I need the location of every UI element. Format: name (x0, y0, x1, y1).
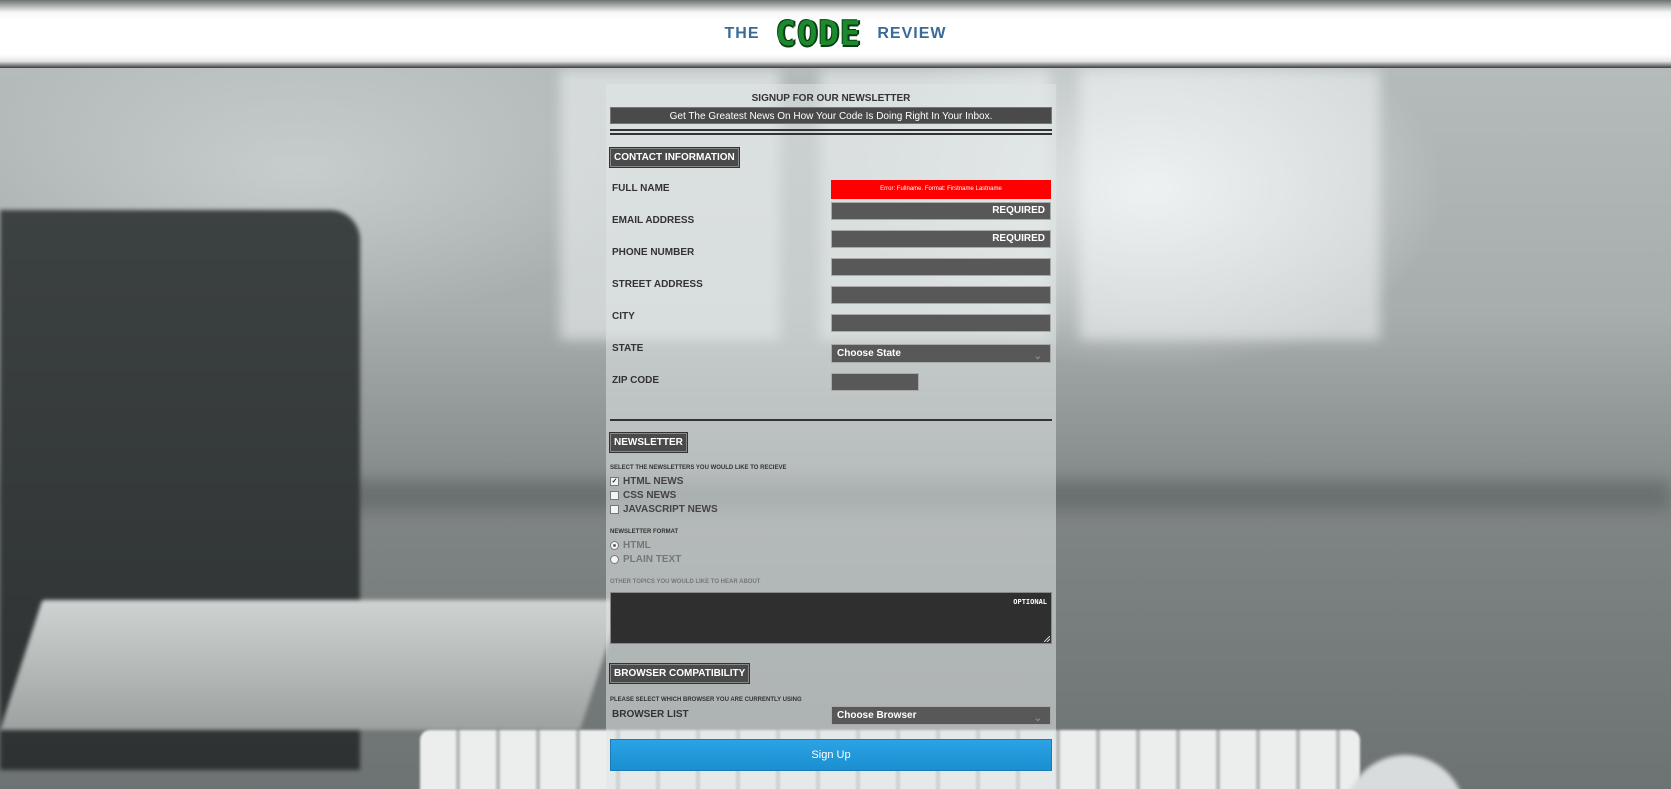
signup-title: SIGNUP FOR OUR NEWSLETTER (751, 93, 911, 104)
email-label: EMAIL ADDRESS (612, 215, 695, 226)
checkbox-label: JAVASCRIPT NEWS (623, 504, 718, 515)
city-label: CITY (612, 311, 635, 322)
phone-field[interactable]: REQUIRED (831, 230, 1051, 248)
chevron-down-icon: ⌄ (1033, 351, 1042, 362)
divider (610, 419, 1052, 421)
state-label: STATE (612, 343, 644, 354)
extra-field[interactable] (831, 314, 1051, 332)
checkbox-javascript-news[interactable]: JAVASCRIPT NEWS (610, 504, 718, 515)
city-field[interactable] (831, 286, 1051, 304)
divider (610, 133, 1052, 135)
browser-select[interactable]: Choose Browser ⌄ (831, 706, 1051, 725)
zip-label: ZIP CODE (612, 375, 660, 386)
site-header: THE CODE REVIEW (0, 0, 1671, 68)
chevron-down-icon: ⌄ (1033, 713, 1042, 724)
signup-tagline: Get The Greatest News On How Your Code I… (610, 107, 1052, 124)
resize-handle-icon[interactable] (1044, 636, 1050, 642)
sign-up-button[interactable]: Sign Up (610, 739, 1052, 771)
street-field[interactable] (831, 258, 1051, 276)
browser-selected: Choose Browser (837, 710, 917, 721)
divider (610, 129, 1052, 131)
radio-html[interactable]: HTML (610, 540, 651, 551)
checkbox[interactable] (610, 491, 619, 500)
code-logo[interactable]: CODE (773, 14, 863, 54)
checkbox-label: CSS NEWS (623, 490, 677, 501)
radio-plain-text[interactable]: PLAIN TEXT (610, 554, 681, 565)
radio-label: HTML (623, 540, 651, 551)
browser-list-label: BROWSER LIST (612, 709, 689, 720)
radio-label: PLAIN TEXT (623, 554, 682, 565)
browser-prompt: PLEASE SELECT WHICH BROWSER YOU ARE CURR… (610, 697, 802, 703)
topics-textarea[interactable]: OPTIONAL (610, 592, 1052, 644)
topics-prompt: OTHER TOPICS YOU WOULD LIKE TO HEAR ABOU… (610, 579, 761, 585)
full-name-label: FULL NAME (612, 183, 670, 194)
browser-heading: BROWSER COMPATIBILITY (610, 664, 750, 683)
topics-placeholder: OPTIONAL (1013, 598, 1047, 606)
checkbox-label: HTML NEWS (623, 476, 684, 487)
checkbox-css-news[interactable]: CSS NEWS (610, 490, 676, 501)
signup-form: SIGNUP FOR OUR NEWSLETTER Get The Greate… (606, 84, 1056, 789)
radio-button[interactable] (610, 555, 619, 564)
contact-heading: CONTACT INFORMATION (610, 148, 739, 167)
newsletter-prompt: SELECT THE NEWSLETTERS YOU WOULD LIKE TO… (610, 465, 787, 471)
checkbox-checked[interactable]: ✓ (610, 477, 619, 486)
checkbox[interactable] (610, 505, 619, 514)
format-prompt: NEWSLETTER FORMAT (610, 529, 679, 535)
email-field[interactable]: REQUIRED (831, 202, 1051, 220)
state-select[interactable]: Choose State ⌄ (831, 344, 1051, 363)
phone-label: PHONE NUMBER (612, 247, 695, 258)
zip-field[interactable] (831, 373, 919, 391)
newsletter-heading: NEWSLETTER (610, 433, 687, 452)
street-label: STREET ADDRESS (612, 279, 703, 290)
checkbox-html-news[interactable]: ✓ HTML NEWS (610, 476, 683, 487)
brand-review: REVIEW (877, 25, 947, 42)
state-selected: Choose State (837, 348, 901, 359)
full-name-error[interactable]: Error: Fullname. Format: Firstname Lastn… (831, 180, 1051, 199)
radio-button-selected[interactable] (610, 541, 619, 550)
brand-the: THE (724, 25, 760, 42)
